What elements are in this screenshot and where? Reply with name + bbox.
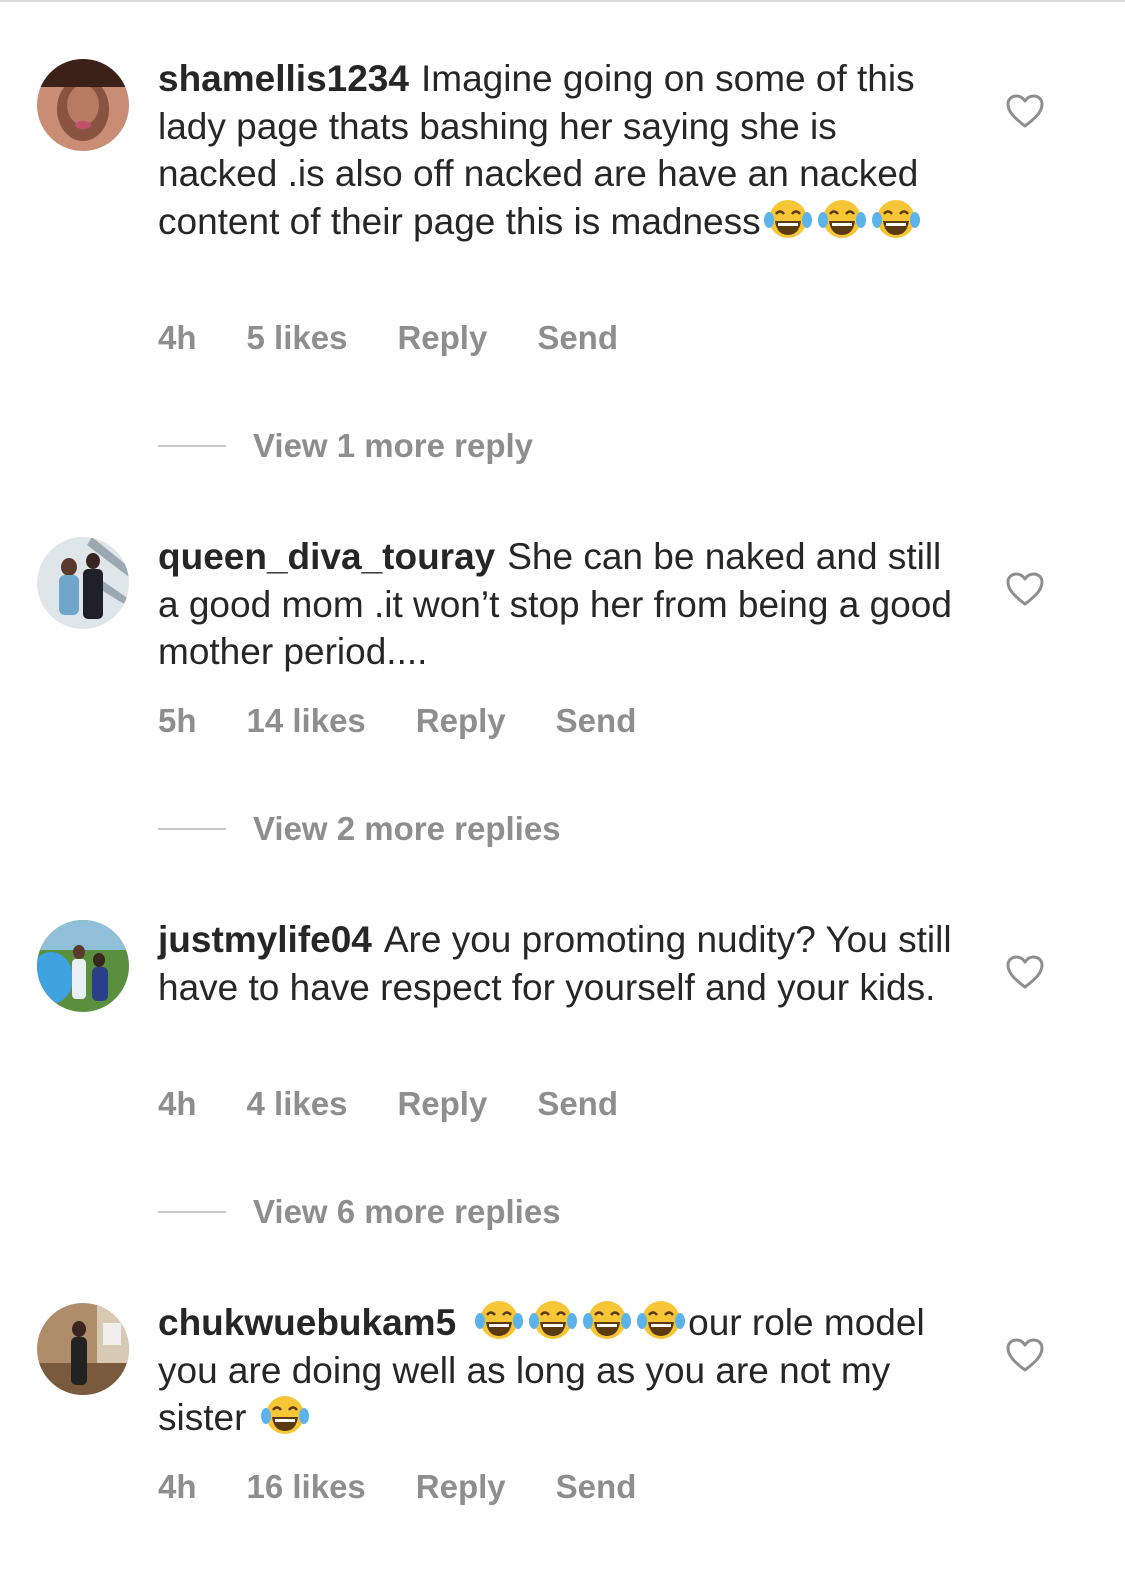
- send-button[interactable]: Send: [556, 702, 637, 740]
- view-replies-button[interactable]: View 1 more reply: [158, 426, 533, 466]
- send-button[interactable]: Send: [537, 319, 618, 357]
- comment-text: chukwuebukam5 our role model you are doin…: [158, 1299, 958, 1442]
- avatar[interactable]: [37, 537, 129, 629]
- view-replies-button[interactable]: View 2 more replies: [158, 809, 561, 849]
- view-replies-label[interactable]: View 2 more replies: [253, 810, 561, 848]
- replies-divider: [158, 1211, 226, 1213]
- laughing-emoji-icon: [634, 1299, 688, 1341]
- send-button[interactable]: Send: [556, 1468, 637, 1506]
- likes-count[interactable]: 14 likes: [247, 702, 366, 740]
- laughing-emoji-icon: [815, 198, 869, 240]
- comment-username[interactable]: justmylife04: [158, 919, 372, 960]
- likes-count[interactable]: 5 likes: [247, 319, 348, 357]
- like-heart-icon[interactable]: [1005, 571, 1045, 607]
- view-replies-button[interactable]: View 6 more replies: [158, 1192, 561, 1232]
- laughing-emoji-icon: [869, 198, 923, 240]
- view-replies-label[interactable]: View 1 more reply: [253, 427, 533, 465]
- reply-button[interactable]: Reply: [416, 1468, 506, 1506]
- like-heart-icon[interactable]: [1005, 1337, 1045, 1373]
- comment-text: justmylife04 Are you promoting nudity? Yo…: [158, 916, 958, 1011]
- comment-username[interactable]: chukwuebukam5: [158, 1302, 456, 1343]
- like-heart-icon[interactable]: [1005, 93, 1045, 129]
- replies-divider: [158, 445, 226, 447]
- avatar[interactable]: [37, 1303, 129, 1395]
- comment-text: shamellis1234 Imagine going on some of th…: [158, 55, 958, 245]
- view-replies-label[interactable]: View 6 more replies: [253, 1193, 561, 1231]
- replies-divider: [158, 828, 226, 830]
- comment-timestamp: 4h: [158, 1085, 197, 1122]
- comment-timestamp: 4h: [158, 1468, 197, 1505]
- reply-button[interactable]: Reply: [416, 702, 506, 740]
- likes-count[interactable]: 4 likes: [247, 1085, 348, 1123]
- laughing-emoji-icon: [526, 1299, 580, 1341]
- send-button[interactable]: Send: [537, 1085, 618, 1123]
- avatar[interactable]: [37, 59, 129, 151]
- reply-button[interactable]: Reply: [397, 1085, 487, 1123]
- comment-timestamp: 5h: [158, 702, 197, 739]
- like-heart-icon[interactable]: [1005, 954, 1045, 990]
- likes-count[interactable]: 16 likes: [247, 1468, 366, 1506]
- comment-timestamp: 4h: [158, 319, 197, 356]
- laughing-emoji-icon: [472, 1299, 526, 1341]
- laughing-emoji-icon: [580, 1299, 634, 1341]
- comment-username[interactable]: shamellis1234: [158, 58, 409, 99]
- laughing-emoji-icon: [761, 198, 815, 240]
- reply-button[interactable]: Reply: [397, 319, 487, 357]
- top-divider: [0, 0, 1125, 2]
- avatar[interactable]: [37, 920, 129, 1012]
- laughing-emoji-icon: [258, 1394, 312, 1436]
- comment-username[interactable]: queen_diva_touray: [158, 536, 495, 577]
- comment-text: queen_diva_touray She can be naked and st…: [158, 533, 958, 676]
